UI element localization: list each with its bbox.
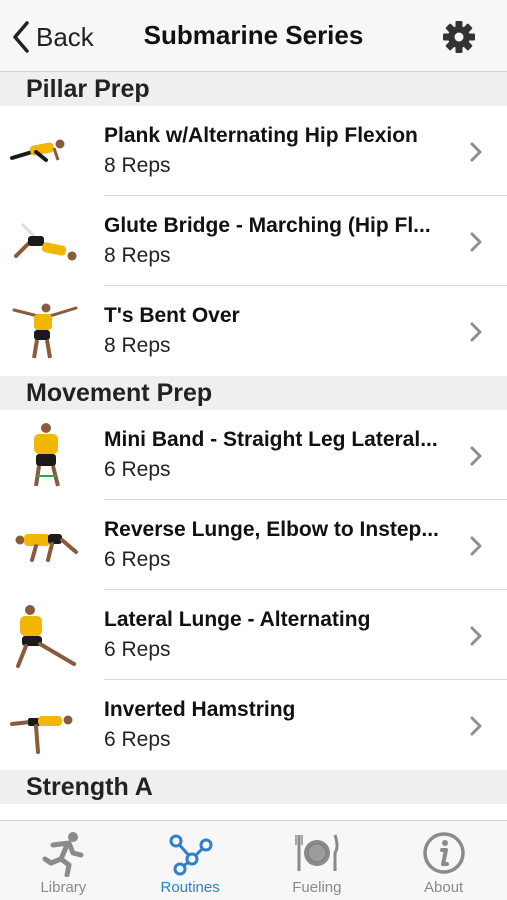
exercise-reps: 6 Reps (104, 548, 171, 571)
exercise-title: Reverse Lunge, Elbow to Instep... (104, 518, 439, 541)
exercise-reps: 8 Reps (104, 334, 171, 357)
tab-label: About (424, 879, 464, 896)
exercise-reps: 6 Reps (104, 458, 171, 481)
list-item[interactable]: Mini Band - Straight Leg Lateral... 6 Re… (0, 410, 507, 500)
tab-about[interactable]: About (380, 821, 507, 900)
chevron-right-icon (470, 446, 482, 466)
exercise-title: Lateral Lunge - Alternating (104, 608, 371, 631)
page-title: Submarine Series (143, 20, 364, 50)
tab-library[interactable]: Library (0, 821, 127, 900)
navigation-bar: Back Submarine Series (0, 0, 507, 72)
exercise-reps: 8 Reps (104, 244, 171, 267)
tab-bar: Library Routines Fueling About (0, 820, 507, 900)
list-item[interactable]: Inverted Hamstring 6 Reps (0, 680, 507, 770)
list-item[interactable]: T's Bent Over 8 Reps (0, 286, 507, 376)
chevron-right-icon (470, 322, 482, 342)
exercise-reps: 8 Reps (104, 154, 171, 177)
reverse-lunge-exercise-image (15, 534, 78, 562)
plate-fork-knife-icon (295, 834, 339, 871)
info-icon (422, 832, 465, 874)
exercise-title: T's Bent Over (104, 304, 240, 327)
ts-bent-over-exercise-image (12, 303, 78, 359)
exercise-reps: 6 Reps (104, 728, 171, 751)
section-header-strength-a: Strength A (0, 770, 507, 804)
exercise-title: Plank w/Alternating Hip Flexion (104, 124, 418, 147)
list-item[interactable]: Reverse Lunge, Elbow to Instep... 6 Reps (0, 500, 507, 590)
exercise-title: Inverted Hamstring (104, 698, 296, 721)
chevron-right-icon (470, 232, 482, 252)
section-header-pillar-prep: Pillar Prep (0, 72, 507, 106)
plank-exercise-image (10, 139, 65, 162)
chevron-right-icon (470, 626, 482, 646)
tab-label: Library (40, 879, 87, 896)
exercise-list[interactable]: Pillar Prep Plank w/Alternating Hip Flex… (0, 72, 507, 820)
mini-band-exercise-image (34, 423, 60, 487)
routine-nodes-icon (169, 834, 213, 876)
glute-bridge-exercise-image (14, 222, 77, 261)
exercise-title: Glute Bridge - Marching (Hip Fl... (104, 214, 431, 237)
tab-routines[interactable]: Routines (127, 821, 254, 900)
list-item[interactable]: Lateral Lunge - Alternating 6 Reps (0, 590, 507, 680)
chevron-right-icon (470, 536, 482, 556)
exercise-reps: 6 Reps (104, 638, 171, 661)
chevron-right-icon (470, 142, 482, 162)
list-item[interactable]: Plank w/Alternating Hip Flexion 8 Reps (0, 106, 507, 196)
section-header-movement-prep: Movement Prep (0, 376, 507, 410)
tab-fueling[interactable]: Fueling (254, 821, 381, 900)
gear-icon[interactable] (442, 20, 476, 54)
lateral-lunge-exercise-image (16, 605, 76, 668)
inverted-hamstring-exercise-image (10, 715, 73, 754)
running-figure-icon (42, 832, 84, 877)
chevron-right-icon (470, 716, 482, 736)
exercise-title: Mini Band - Straight Leg Lateral... (104, 428, 438, 451)
tab-label: Routines (160, 879, 220, 896)
list-item[interactable]: Glute Bridge - Marching (Hip Fl... 8 Rep… (0, 196, 507, 286)
tab-label: Fueling (292, 879, 342, 896)
